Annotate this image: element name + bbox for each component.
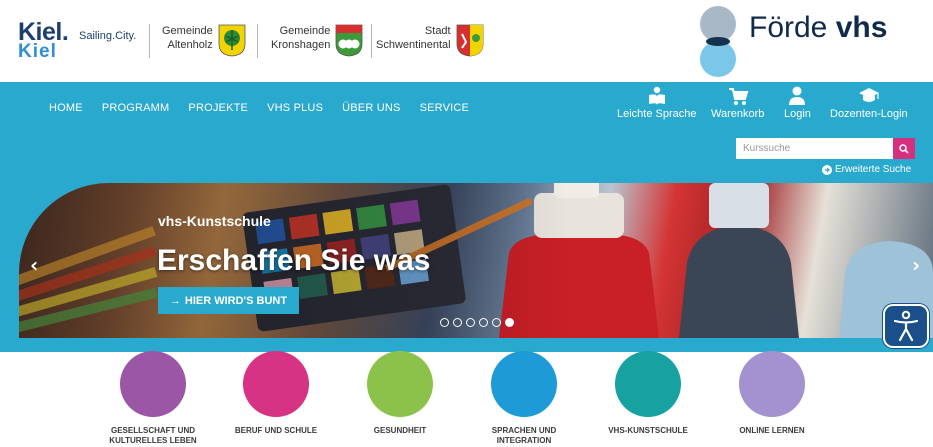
nav-home[interactable]: HOME xyxy=(49,102,83,114)
category-label-line1: BERUF UND SCHULE xyxy=(234,426,318,435)
graduation-cap-icon xyxy=(858,88,879,102)
slider-next-button[interactable]: › xyxy=(912,253,920,277)
header-divider xyxy=(371,24,372,58)
category-label: VHS-KUNSTSCHULE xyxy=(608,426,688,436)
category-gesellschaft[interactable]: GESELLSCHAFT UND KULTURELLES LEBEN xyxy=(93,351,213,446)
category-label: SPRACHEN UND INTEGRATION xyxy=(492,426,556,446)
brand-bold: vhs xyxy=(835,11,888,44)
category-circle xyxy=(491,351,557,417)
category-vhs-kunstschule[interactable]: VHS-KUNSTSCHULE xyxy=(588,351,708,436)
category-label-line1: SPRACHEN UND xyxy=(491,426,557,435)
category-beruf-schule[interactable]: BERUF UND SCHULE xyxy=(216,351,336,436)
kiel-tagline: Sailing.City. xyxy=(79,30,137,42)
kiel-logo-mirror: Kiel xyxy=(18,41,57,62)
category-label-line1: ONLINE LERNEN xyxy=(739,426,805,435)
advanced-search-label: Erweiterte Suche xyxy=(835,164,912,175)
altenholz-crest-icon xyxy=(218,24,246,57)
category-label-line1: GESELLSCHAFT UND xyxy=(111,426,195,435)
nav-leichte-sprache[interactable]: Leichte Sprache xyxy=(617,86,697,120)
category-sprachen[interactable]: SPRACHEN UND INTEGRATION xyxy=(464,351,584,446)
nav-util-label: Login xyxy=(784,108,811,120)
category-label-line2: INTEGRATION xyxy=(496,436,552,445)
nav-programm[interactable]: PROGRAMM xyxy=(102,102,170,114)
book-reader-icon xyxy=(648,86,665,105)
nav-dozenten-login[interactable]: Dozenten-Login xyxy=(830,86,908,120)
advanced-search-link[interactable]: Erweiterte Suche xyxy=(822,164,911,175)
slider-dot[interactable] xyxy=(466,318,475,327)
muni-line2: Schwentinental xyxy=(376,39,451,51)
nav-util-label: Leichte Sprache xyxy=(617,108,697,120)
muni-line1: Stadt xyxy=(424,25,451,37)
slider-dot[interactable] xyxy=(440,318,449,327)
cart-icon xyxy=(728,88,749,105)
altenholz-logo[interactable]: Gemeinde Altenholz xyxy=(162,24,246,62)
site-header: Kiel. Kiel Sailing.City. Gemeinde Altenh… xyxy=(0,0,933,82)
category-label-line1: VHS-KUNSTSCHULE xyxy=(608,426,688,435)
accessibility-icon xyxy=(893,310,919,342)
category-label: ONLINE LERNEN xyxy=(739,426,804,436)
hero-cta-button[interactable]: → HIER WIRD'S BUNT xyxy=(158,287,299,314)
kronshagen-logo[interactable]: Gemeinde Kronshagen xyxy=(271,24,363,62)
slider-dot[interactable] xyxy=(492,318,501,327)
nav-warenkorb[interactable]: Warenkorb xyxy=(711,86,764,120)
header-divider xyxy=(257,24,258,58)
logo-circle-overlap xyxy=(706,37,730,46)
nav-ueber-uns[interactable]: ÜBER UNS xyxy=(342,102,400,114)
accessibility-button[interactable] xyxy=(883,304,929,348)
user-icon xyxy=(789,86,806,105)
category-label: GESUNDHEIT xyxy=(374,426,426,436)
slider-dot[interactable] xyxy=(479,318,488,327)
course-search-input[interactable] xyxy=(736,138,893,159)
muni-line1: Gemeinde xyxy=(279,25,331,37)
brand-light: Förde xyxy=(749,11,836,44)
nav-service[interactable]: SERVICE xyxy=(420,102,470,114)
forde-vhs-logo[interactable]: Förde vhs xyxy=(696,3,926,79)
nav-util-label: Warenkorb xyxy=(711,108,765,120)
category-circle xyxy=(120,351,186,417)
hero-cta-label: HIER WIRD'S BUNT xyxy=(184,294,288,307)
category-label-line2: KULTURELLES LEBEN xyxy=(109,436,197,445)
nav-vhs-plus[interactable]: VHS PLUS xyxy=(267,102,323,114)
nav-login[interactable]: Login xyxy=(784,86,811,120)
schwentinental-logo[interactable]: Stadt Schwentinental xyxy=(376,24,484,62)
muni-line1: Gemeinde xyxy=(162,25,213,37)
search-button[interactable] xyxy=(893,138,915,159)
arrow-circle-right-icon xyxy=(822,164,832,175)
category-circle xyxy=(367,351,433,417)
hero-kicker: vhs-Kunstschule xyxy=(158,213,271,229)
category-online-lernen[interactable]: ONLINE LERNEN xyxy=(712,351,832,436)
category-gesundheit[interactable]: GESUNDHEIT xyxy=(340,351,460,436)
category-label: BERUF UND SCHULE xyxy=(235,426,317,436)
nav-projekte[interactable]: PROJEKTE xyxy=(188,102,248,114)
main-navigation: HOME PROGRAMM PROJEKTE VHS PLUS ÜBER UNS… xyxy=(49,102,469,114)
kiel-logo[interactable]: Kiel. Kiel Sailing.City. xyxy=(18,20,137,64)
category-circle xyxy=(739,351,805,417)
slider-dot[interactable] xyxy=(453,318,462,327)
nav-util-label: Dozenten-Login xyxy=(830,108,908,120)
category-label-line1: GESUNDHEIT xyxy=(373,426,427,435)
category-circle xyxy=(243,351,309,417)
header-divider xyxy=(149,24,150,58)
slider-dots xyxy=(440,318,514,327)
search-icon xyxy=(899,143,909,154)
slider-prev-button[interactable]: ‹ xyxy=(30,253,38,277)
forde-vhs-wordmark: Förde vhs xyxy=(749,11,887,45)
muni-line2: Altenholz xyxy=(167,39,213,51)
hero-title: Erschaffen Sie was xyxy=(157,244,431,277)
kronshagen-crest-icon xyxy=(335,24,363,57)
arrow-right-icon: → xyxy=(169,294,181,307)
category-circle xyxy=(615,351,681,417)
muni-line2: Kronshagen xyxy=(271,39,331,51)
logo-circle-bottom xyxy=(700,41,736,77)
slider-dot-active[interactable] xyxy=(505,318,514,327)
schwentinental-crest-icon xyxy=(456,24,484,57)
category-label: GESELLSCHAFT UND KULTURELLES LEBEN xyxy=(109,426,196,446)
